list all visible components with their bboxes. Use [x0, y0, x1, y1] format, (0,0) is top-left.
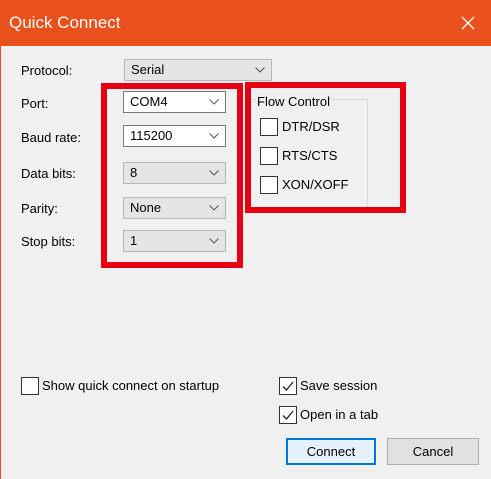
close-button[interactable]	[445, 0, 491, 46]
data-bits-label: Data bits:	[21, 166, 76, 181]
cancel-button[interactable]: Cancel	[387, 438, 479, 465]
open-in-tab-label: Open in a tab	[300, 407, 379, 422]
highlight-box-flow-control	[245, 82, 406, 213]
title-bar[interactable]: Quick Connect	[0, 0, 491, 46]
quick-connect-dialog: Quick Connect Protocol: Port: Baud rate:…	[0, 0, 491, 479]
show-on-startup-label: Show quick connect on startup	[42, 378, 220, 393]
stop-bits-label: Stop bits:	[21, 234, 76, 249]
checkmark-icon	[282, 410, 294, 420]
chevron-down-icon	[255, 67, 265, 73]
protocol-value: Serial	[131, 62, 165, 77]
connect-button[interactable]: Connect	[286, 438, 376, 465]
parity-label: Parity:	[21, 201, 58, 216]
close-icon	[461, 16, 475, 30]
checkmark-icon	[282, 381, 294, 391]
open-in-tab-option[interactable]: Open in a tab	[279, 406, 389, 424]
highlight-box-port-settings	[101, 83, 243, 268]
save-session-label: Save session	[300, 378, 378, 393]
protocol-label: Protocol:	[21, 63, 73, 78]
baud-rate-label: Baud rate:	[21, 130, 81, 145]
window-border-left	[0, 46, 8, 479]
save-session-option[interactable]: Save session	[279, 377, 389, 395]
show-on-startup-checkbox[interactable]	[21, 377, 39, 395]
save-session-checkbox[interactable]	[279, 377, 297, 395]
protocol-select[interactable]: Serial	[124, 59, 272, 81]
open-in-tab-checkbox[interactable]	[279, 406, 297, 424]
window-title: Quick Connect	[9, 13, 121, 32]
show-on-startup-option[interactable]: Show quick connect on startup	[21, 377, 241, 395]
port-label: Port:	[21, 96, 49, 111]
